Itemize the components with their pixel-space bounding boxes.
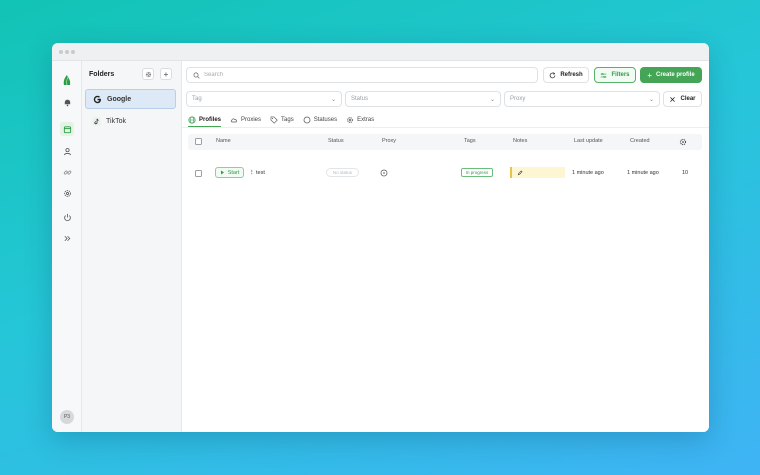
globe-icon: [188, 115, 196, 124]
tab-label: Proxies: [241, 117, 262, 123]
chevron-down-icon: ⌄: [330, 96, 336, 103]
proxy-select-placeholder: Proxy: [510, 96, 526, 102]
column-header-notes[interactable]: Notes: [513, 138, 527, 144]
refresh-icon: [550, 71, 556, 78]
window-dot: [71, 50, 75, 54]
tab-label: Profiles: [199, 116, 222, 123]
folder-item-tiktok[interactable]: TikTok: [85, 111, 176, 131]
notes-field[interactable]: [510, 167, 565, 178]
window-titlebar: [52, 43, 709, 61]
column-header-name[interactable]: Name: [216, 138, 231, 144]
add-folder-button[interactable]: +: [160, 68, 172, 80]
search-icon: [193, 72, 200, 79]
table-header: Name Status Proxy Tags Notes Last update…: [188, 134, 702, 150]
link-icon[interactable]: [60, 165, 74, 179]
main-content: Refresh Filters + Create profile Tag ⌄ S…: [182, 61, 709, 432]
profile-name[interactable]: test: [256, 170, 265, 176]
tab-divider: [182, 127, 709, 128]
pencil-icon: [517, 170, 523, 175]
folder-label: Google: [107, 95, 132, 103]
column-header-status[interactable]: Status: [328, 138, 344, 144]
tab-label: Extras: [357, 117, 375, 123]
sliders-icon: [601, 72, 607, 78]
column-header-tags[interactable]: Tags: [464, 138, 476, 144]
calendar-icon[interactable]: [60, 122, 74, 136]
settings-icon[interactable]: [60, 186, 74, 200]
status-select-placeholder: Status: [351, 96, 369, 102]
last-update-value: 1 minute ago: [572, 170, 604, 176]
plus-icon: +: [163, 69, 169, 79]
close-icon: [670, 96, 676, 102]
create-profile-label: Create profile: [655, 72, 695, 78]
more-options-icon[interactable]: ⋮: [249, 170, 255, 176]
tab-bar: Profiles Proxies Tags Statuses Extras: [188, 113, 383, 127]
app-logo-icon: [60, 73, 74, 87]
row-extra-value: 10: [682, 170, 689, 176]
table-row[interactable]: Start ⋮ test No status In progress 1 min…: [188, 165, 702, 183]
folder-item-google[interactable]: Google: [85, 89, 176, 109]
tag-badge[interactable]: In progress: [461, 168, 493, 177]
search-bar: [186, 67, 538, 83]
proxy-add-icon[interactable]: [380, 169, 388, 177]
filters-label: Filters: [611, 72, 630, 78]
create-profile-button[interactable]: + Create profile: [640, 67, 702, 83]
status-circle-icon: [303, 116, 311, 124]
chevron-down-icon: ⌄: [648, 96, 654, 103]
tab-tags[interactable]: Tags: [270, 113, 294, 127]
proxy-select[interactable]: Proxy ⌄: [504, 91, 660, 107]
google-icon: [92, 94, 102, 104]
power-icon[interactable]: [60, 210, 74, 224]
column-header-created[interactable]: Created: [630, 138, 650, 144]
cloud-icon: [230, 118, 238, 123]
refresh-button[interactable]: Refresh: [543, 67, 589, 83]
tab-label: Statuses: [313, 117, 338, 123]
folder-settings-button[interactable]: [142, 68, 154, 80]
window-dot: [65, 50, 69, 54]
gear-icon: [347, 117, 354, 123]
tab-extras[interactable]: Extras: [346, 113, 374, 127]
search-input[interactable]: [204, 72, 504, 78]
gear-icon: [145, 71, 151, 77]
chevron-down-icon: ⌄: [489, 96, 495, 103]
column-header-proxy[interactable]: Proxy: [382, 138, 396, 144]
created-value: 1 minute ago: [627, 170, 659, 176]
clear-label: Clear: [680, 96, 696, 102]
avatar[interactable]: P3: [60, 410, 74, 424]
status-badge[interactable]: No status: [326, 168, 359, 177]
user-icon[interactable]: [60, 144, 74, 158]
bell-icon[interactable]: [60, 95, 74, 109]
tag-select-placeholder: Tag: [192, 96, 202, 102]
select-all-checkbox[interactable]: [195, 138, 202, 145]
tab-label: Tags: [281, 117, 294, 123]
folder-label: TikTok: [106, 117, 126, 125]
folders-panel: Folders + Google TikTok: [82, 61, 182, 432]
play-icon: [220, 170, 224, 175]
start-profile-button[interactable]: Start: [215, 167, 244, 178]
row-checkbox[interactable]: [195, 170, 202, 177]
tag-icon: [270, 116, 278, 124]
tab-profiles[interactable]: Profiles: [188, 113, 222, 127]
tab-proxies[interactable]: Proxies: [230, 113, 261, 127]
tiktok-icon: [91, 116, 101, 126]
tab-statuses[interactable]: Statuses: [303, 113, 337, 127]
column-header-last-update[interactable]: Last update: [574, 138, 603, 144]
refresh-label: Refresh: [560, 72, 583, 78]
column-settings-icon[interactable]: [679, 138, 687, 146]
window-dot: [59, 50, 63, 54]
plus-icon: +: [647, 70, 652, 80]
folders-title: Folders: [89, 71, 115, 78]
clear-filters-button[interactable]: Clear: [663, 91, 702, 107]
filters-button[interactable]: Filters: [594, 67, 636, 83]
icon-rail: P3: [52, 61, 82, 432]
status-select[interactable]: Status ⌄: [345, 91, 501, 107]
app-window: P3 Folders + Google TikTok Search Refres…: [52, 43, 709, 432]
tag-select[interactable]: Tag ⌄: [186, 91, 342, 107]
start-label: Start: [227, 169, 240, 176]
expand-chevrons-icon[interactable]: [60, 231, 74, 245]
